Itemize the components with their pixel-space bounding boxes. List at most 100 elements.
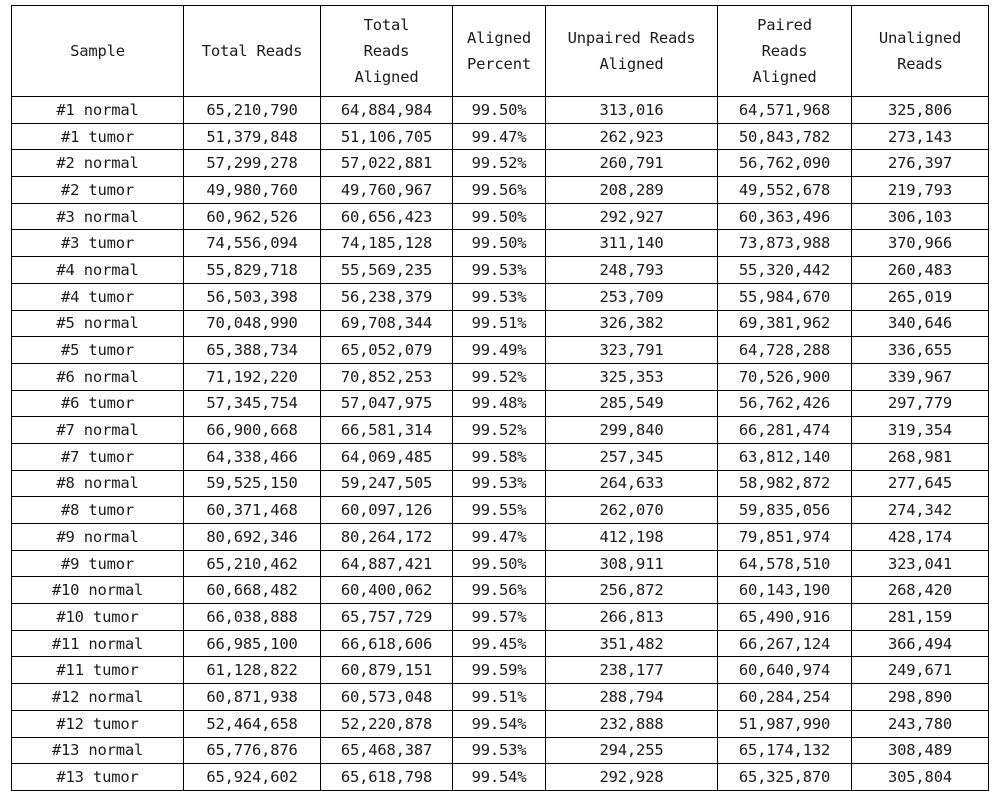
column-header-unaligned-reads: Unaligned Reads <box>851 5 989 97</box>
alignment-statistics-table: Sample Total Reads Total Reads Aligned A… <box>11 5 989 791</box>
cell-paired: 55,320,442 <box>717 256 852 284</box>
cell-unpaired: 288,794 <box>545 683 718 711</box>
cell-aligned_percent: 99.58% <box>452 442 546 471</box>
cell-unaligned: 340,646 <box>851 309 989 338</box>
cell-unpaired: 253,709 <box>545 282 718 311</box>
cell-paired: 63,812,140 <box>717 442 852 471</box>
cell-sample: #13 tumor <box>11 763 184 791</box>
table-row: #12 tumor 52,464,658 52,220,878 99.54% 232,8… <box>11 709 989 738</box>
cell-paired: 60,284,254 <box>717 683 852 711</box>
cell-paired: 60,640,974 <box>717 656 852 685</box>
cell-sample: #10 tumor <box>11 603 184 631</box>
table-row: #5 tumor 65,388,734 65,052,079 99.49% 323,79… <box>11 336 989 364</box>
cell-aligned_percent: 99.55% <box>452 496 546 524</box>
cell-aligned_percent: 99.52% <box>452 149 546 178</box>
cell-unaligned: 219,793 <box>851 176 989 204</box>
cell-total_reads: 60,371,468 <box>183 496 321 524</box>
cell-sample: #3 normal <box>11 202 184 231</box>
cell-unpaired: 351,482 <box>545 629 718 658</box>
cell-sample: #7 tumor <box>11 442 184 471</box>
table-row: #6 tumor 57,345,754 57,047,975 99.48% 285,54… <box>11 389 989 418</box>
cell-total_reads: 49,980,760 <box>183 176 321 204</box>
cell-aligned_percent: 99.53% <box>452 256 546 284</box>
header-row: Sample Total Reads Total Reads Aligned A… <box>11 5 989 97</box>
cell-unaligned: 249,671 <box>851 656 989 685</box>
cell-total_aligned: 65,618,798 <box>320 763 453 791</box>
cell-total_aligned: 74,185,128 <box>320 229 453 258</box>
cell-aligned_percent: 99.52% <box>452 416 546 444</box>
cell-total_reads: 52,464,658 <box>183 709 321 738</box>
cell-unaligned: 243,780 <box>851 709 989 738</box>
cell-paired: 66,267,124 <box>717 629 852 658</box>
cell-aligned_percent: 99.57% <box>452 603 546 631</box>
cell-total_aligned: 59,247,505 <box>320 469 453 498</box>
cell-aligned_percent: 99.59% <box>452 656 546 685</box>
table-row: #7 tumor 64,338,466 64,069,485 99.58% 257,34… <box>11 442 989 471</box>
table-row: #8 normal 59,525,150 59,247,505 99.53% 264,6… <box>11 469 989 498</box>
cell-aligned_percent: 99.56% <box>452 576 546 605</box>
table-row: #9 tumor 65,210,462 64,887,421 99.50% 308,91… <box>11 549 989 578</box>
cell-sample: #4 normal <box>11 256 184 284</box>
cell-paired: 79,851,974 <box>717 523 852 551</box>
cell-paired: 70,526,900 <box>717 362 852 391</box>
cell-aligned_percent: 99.49% <box>452 336 546 364</box>
table-row: #2 normal 57,299,278 57,022,881 99.52% 260,7… <box>11 149 989 178</box>
cell-aligned_percent: 99.50% <box>452 549 546 578</box>
cell-aligned_percent: 99.52% <box>452 362 546 391</box>
cell-aligned_percent: 99.48% <box>452 389 546 418</box>
cell-total_aligned: 64,884,984 <box>320 96 453 124</box>
table-row: #10 normal 60,668,482 60,400,062 99.56% 256,… <box>11 576 989 605</box>
cell-aligned_percent: 99.50% <box>452 202 546 231</box>
cell-total_reads: 57,345,754 <box>183 389 321 418</box>
cell-unaligned: 297,779 <box>851 389 989 418</box>
cell-unpaired: 208,289 <box>545 176 718 204</box>
table-row: #10 tumor 66,038,888 65,757,729 99.57% 266,8… <box>11 603 989 631</box>
cell-total_aligned: 49,760,967 <box>320 176 453 204</box>
cell-aligned_percent: 99.45% <box>452 629 546 658</box>
cell-unpaired: 412,198 <box>545 523 718 551</box>
cell-unaligned: 265,019 <box>851 282 989 311</box>
column-header-total-reads-aligned: Total Reads Aligned <box>320 5 453 97</box>
cell-paired: 56,762,426 <box>717 389 852 418</box>
table-row: #3 tumor 74,556,094 74,185,128 99.50% 311,14… <box>11 229 989 258</box>
cell-total_reads: 61,128,822 <box>183 656 321 685</box>
cell-sample: #12 tumor <box>11 709 184 738</box>
cell-total_reads: 66,985,100 <box>183 629 321 658</box>
cell-paired: 50,843,782 <box>717 122 852 151</box>
cell-sample: #1 normal <box>11 96 184 124</box>
table-header: Sample Total Reads Total Reads Aligned A… <box>11 5 989 97</box>
cell-unpaired: 292,927 <box>545 202 718 231</box>
cell-unpaired: 232,888 <box>545 709 718 738</box>
cell-unpaired: 262,070 <box>545 496 718 524</box>
cell-sample: #11 normal <box>11 629 184 658</box>
cell-unpaired: 323,791 <box>545 336 718 364</box>
cell-sample: #3 tumor <box>11 229 184 258</box>
column-header-paired-reads-aligned: Paired Reads Aligned <box>717 5 852 97</box>
cell-unpaired: 266,813 <box>545 603 718 631</box>
cell-total_aligned: 60,097,126 <box>320 496 453 524</box>
cell-unaligned: 325,806 <box>851 96 989 124</box>
cell-sample: #8 normal <box>11 469 184 498</box>
cell-unaligned: 281,159 <box>851 603 989 631</box>
cell-paired: 66,281,474 <box>717 416 852 444</box>
cell-unaligned: 319,354 <box>851 416 989 444</box>
cell-unpaired: 308,911 <box>545 549 718 578</box>
cell-unaligned: 268,420 <box>851 576 989 605</box>
cell-paired: 51,987,990 <box>717 709 852 738</box>
cell-unaligned: 305,804 <box>851 763 989 791</box>
cell-total_reads: 65,924,602 <box>183 763 321 791</box>
cell-total_aligned: 69,708,344 <box>320 309 453 338</box>
cell-total_aligned: 65,052,079 <box>320 336 453 364</box>
column-header-sample: Sample <box>11 5 184 97</box>
cell-paired: 65,490,916 <box>717 603 852 631</box>
table-row: #9 normal 80,692,346 80,264,172 99.47% 412,1… <box>11 523 989 551</box>
cell-aligned_percent: 99.47% <box>452 122 546 151</box>
column-header-unpaired-reads-aligned: Unpaired Reads Aligned <box>545 5 718 97</box>
table-row: #1 normal 65,210,790 64,884,984 99.50% 313,0… <box>11 96 989 124</box>
table-container: Sample Total Reads Total Reads Aligned A… <box>11 5 989 791</box>
cell-sample: #5 tumor <box>11 336 184 364</box>
cell-total_aligned: 51,106,705 <box>320 122 453 151</box>
cell-total_aligned: 65,757,729 <box>320 603 453 631</box>
cell-sample: #11 tumor <box>11 656 184 685</box>
cell-total_reads: 64,338,466 <box>183 442 321 471</box>
